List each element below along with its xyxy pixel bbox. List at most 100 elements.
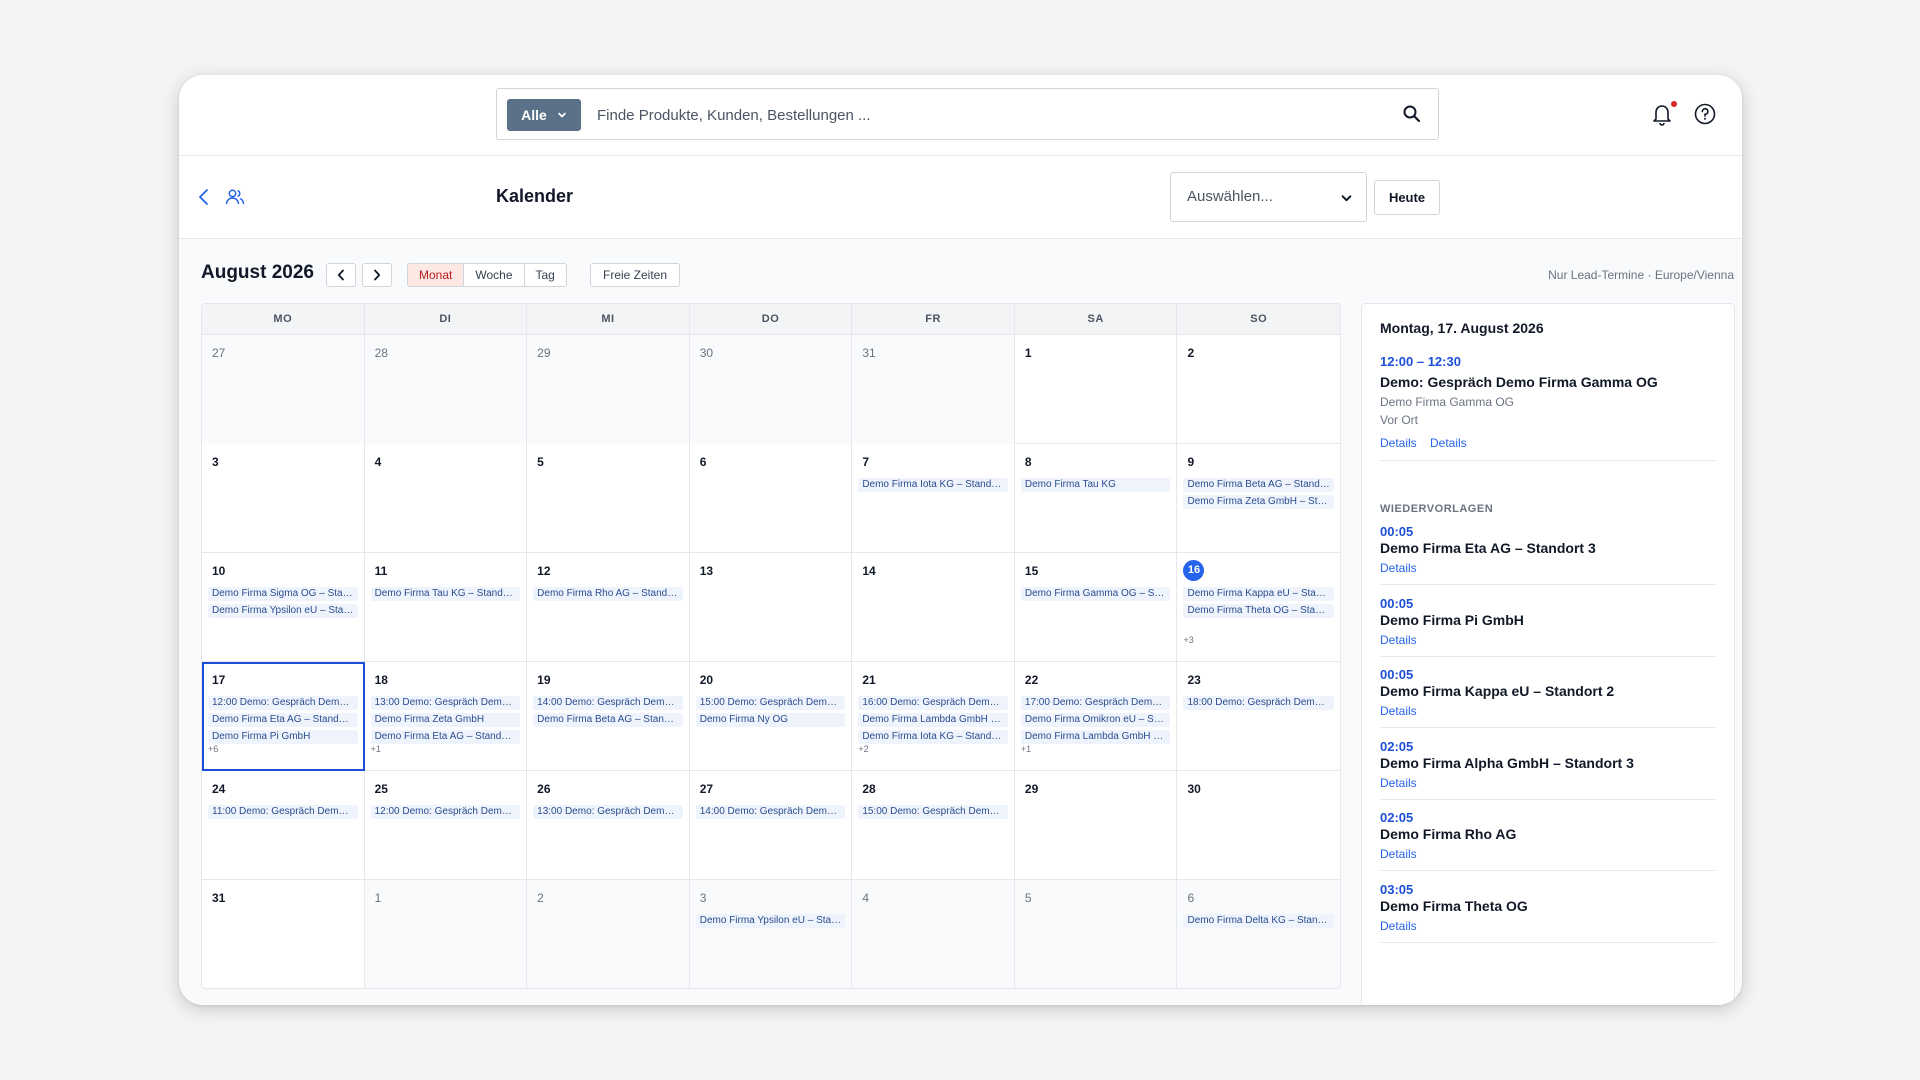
- day-cell[interactable]: 9 Demo Firma Beta AG – Standort 2 Demo Fir…: [1177, 444, 1340, 553]
- followup-details-link[interactable]: Details: [1380, 919, 1417, 933]
- search-input[interactable]: [597, 101, 1377, 129]
- followup-title[interactable]: Demo Firma Kappa eU – Standort 2: [1380, 683, 1614, 699]
- next-month-button[interactable]: [362, 263, 392, 287]
- day-cell[interactable]: 1: [1015, 335, 1178, 444]
- event-chip[interactable]: Demo Firma Tau KG: [1020, 478, 1171, 492]
- event-chip[interactable]: Demo Firma Beta AG – Standort 2: [533, 713, 683, 727]
- day-cell[interactable]: 27 14:00 Demo: Gespräch Demo Firma Sigma …: [690, 771, 853, 880]
- event-chip[interactable]: 15:00 Demo: Gespräch Demo Firma Tau KG: [858, 805, 1008, 819]
- day-cell[interactable]: 29: [1015, 771, 1178, 880]
- day-cell[interactable]: 14: [852, 553, 1015, 662]
- bell-icon[interactable]: [1651, 102, 1673, 126]
- more-events-link[interactable]: +1: [1021, 744, 1031, 754]
- event-chip[interactable]: 15:00 Demo: Gespräch Demo Firma Ny OG: [695, 696, 846, 710]
- day-cell[interactable]: 1: [364, 880, 528, 988]
- day-cell[interactable]: 28 15:00 Demo: Gespräch Demo Firma Tau KG: [852, 771, 1015, 880]
- followup-details-link[interactable]: Details: [1380, 776, 1417, 790]
- followup-details-link[interactable]: Details: [1380, 704, 1417, 718]
- event-chip[interactable]: 14:00 Demo: Gespräch Demo Firma Beta AG: [533, 696, 683, 710]
- day-cell[interactable]: 15 Demo Firma Gamma OG – Standort 2: [1015, 553, 1178, 662]
- view-tab-2[interactable]: Tag: [525, 264, 566, 286]
- day-cell[interactable]: 30: [689, 335, 853, 444]
- event-chip[interactable]: Demo Firma Gamma OG – Standort 2: [1020, 587, 1171, 601]
- followup-title[interactable]: Demo Firma Pi GmbH: [1380, 612, 1524, 628]
- appointment-title[interactable]: Demo: Gespräch Demo Firma Gamma OG: [1380, 374, 1658, 390]
- event-chip[interactable]: 11:00 Demo: Gespräch Demo Firma Alpha Gm…: [208, 805, 358, 819]
- search-icon[interactable]: [1402, 104, 1422, 124]
- day-cell[interactable]: 24 11:00 Demo: Gespräch Demo Firma Alpha …: [202, 771, 365, 880]
- today-button[interactable]: Heute: [1374, 180, 1440, 215]
- event-chip[interactable]: Demo Firma Zeta GmbH: [370, 713, 521, 727]
- day-cell[interactable]: 2: [1177, 335, 1340, 444]
- more-events-link[interactable]: +6: [208, 744, 218, 754]
- day-cell[interactable]: 13: [690, 553, 853, 662]
- event-chip[interactable]: 13:00 Demo: Gespräch Demo Firma Theta OG: [533, 805, 683, 819]
- prev-month-button[interactable]: [326, 263, 356, 287]
- more-events-link[interactable]: +3: [1183, 635, 1193, 645]
- day-cell[interactable]: 18 13:00 Demo: Gespräch Demo Firma Zeta G…: [365, 662, 528, 771]
- back-icon[interactable]: [197, 186, 211, 208]
- event-chip[interactable]: Demo Firma Lambda GmbH – Standort 2: [858, 713, 1008, 727]
- day-cell[interactable]: 31: [202, 880, 365, 988]
- day-cell[interactable]: 29: [527, 335, 690, 444]
- event-chip[interactable]: Demo Firma Lambda GmbH – Standort 3: [1020, 730, 1171, 744]
- followup-details-link[interactable]: Details: [1380, 633, 1417, 647]
- event-chip[interactable]: Demo Firma Iota KG – Standort 2: [858, 478, 1008, 492]
- event-chip[interactable]: Demo Firma Pi GmbH: [208, 730, 358, 744]
- free-times-button[interactable]: Freie Zeiten: [590, 263, 681, 287]
- day-cell[interactable]: 4: [365, 444, 528, 553]
- event-chip[interactable]: 17:00 Demo: Gespräch Demo Firma Omikron …: [1020, 696, 1171, 710]
- day-cell[interactable]: 31: [852, 335, 1015, 444]
- event-chip[interactable]: Demo Firma Iota KG – Standort 3: [858, 730, 1008, 744]
- view-tab-1[interactable]: Woche: [464, 264, 525, 286]
- day-cell[interactable]: 19 14:00 Demo: Gespräch Demo Firma Beta A…: [527, 662, 690, 771]
- event-chip[interactable]: Demo Firma Tau KG – Standort 3: [370, 587, 521, 601]
- followup-title[interactable]: Demo Firma Eta AG – Standort 3: [1380, 540, 1596, 556]
- event-chip[interactable]: Demo Firma Ypsilon eU – Standort 2: [695, 914, 846, 928]
- day-cell[interactable]: 27: [202, 335, 365, 444]
- event-chip[interactable]: Demo Firma Delta KG – Standort 3: [1183, 914, 1335, 928]
- event-chip[interactable]: Demo Firma Eta AG – Standort 2: [370, 730, 521, 744]
- followup-title[interactable]: Demo Firma Rho AG: [1380, 826, 1516, 842]
- event-chip[interactable]: Demo Firma Theta OG – Standort 2: [1183, 604, 1335, 618]
- followup-details-link[interactable]: Details: [1380, 847, 1417, 861]
- day-cell[interactable]: 23 18:00 Demo: Gespräch Demo Firma Kappa …: [1177, 662, 1340, 771]
- more-events-link[interactable]: +2: [858, 744, 868, 754]
- day-cell[interactable]: 30: [1177, 771, 1340, 880]
- day-cell[interactable]: 26 13:00 Demo: Gespräch Demo Firma Theta …: [527, 771, 690, 880]
- day-cell[interactable]: 16 Demo Firma Kappa eU – Standort 3 Demo F…: [1177, 553, 1340, 662]
- day-cell[interactable]: 2: [527, 880, 690, 988]
- view-tab-0[interactable]: Monat: [408, 264, 465, 286]
- event-chip[interactable]: 16:00 Demo: Gespräch Demo Firma Lambda G…: [858, 696, 1008, 710]
- event-chip[interactable]: 18:00 Demo: Gespräch Demo Firma Kappa eU: [1183, 696, 1335, 710]
- appointment-details-link-2[interactable]: Details: [1430, 436, 1467, 450]
- event-chip[interactable]: Demo Firma Omikron eU – Standort 2: [1020, 713, 1171, 727]
- day-cell[interactable]: 7 Demo Firma Iota KG – Standort 2: [852, 444, 1015, 553]
- day-cell[interactable]: 10 Demo Firma Sigma OG – Standort 2 Demo F…: [202, 553, 365, 662]
- day-cell[interactable]: 3: [202, 444, 365, 553]
- day-cell[interactable]: 12 Demo Firma Rho AG – Standort 2: [527, 553, 690, 662]
- event-chip[interactable]: Demo Firma Zeta GmbH – Standort 3: [1183, 495, 1335, 509]
- day-cell[interactable]: 22 17:00 Demo: Gespräch Demo Firma Omikro…: [1015, 662, 1178, 771]
- day-cell[interactable]: 6 Demo Firma Delta KG – Standort 3: [1177, 880, 1340, 988]
- day-cell[interactable]: 5: [1014, 880, 1178, 988]
- event-chip[interactable]: 12:00 Demo: Gespräch Demo Firma Gamma OG: [208, 696, 358, 710]
- calendar-filter-select[interactable]: Auswählen...: [1170, 172, 1367, 222]
- event-chip[interactable]: Demo Firma Ypsilon eU – Standort 3: [208, 604, 358, 618]
- followup-title[interactable]: Demo Firma Theta OG: [1380, 898, 1528, 914]
- day-cell[interactable]: 6: [690, 444, 853, 553]
- day-cell[interactable]: 20 15:00 Demo: Gespräch Demo Firma Ny OG D…: [690, 662, 853, 771]
- day-cell[interactable]: 11 Demo Firma Tau KG – Standort 3: [365, 553, 528, 662]
- day-cell[interactable]: 4: [852, 880, 1015, 988]
- followup-details-link[interactable]: Details: [1380, 561, 1417, 575]
- event-chip[interactable]: Demo Firma Beta AG – Standort 2: [1183, 478, 1335, 492]
- event-chip[interactable]: Demo Firma Kappa eU – Standort 3: [1183, 587, 1335, 601]
- event-chip[interactable]: Demo Firma Sigma OG – Standort 2: [208, 587, 358, 601]
- event-chip[interactable]: Demo Firma Rho AG – Standort 2: [533, 587, 683, 601]
- help-icon[interactable]: [1694, 103, 1716, 125]
- day-cell[interactable]: 25 12:00 Demo: Gespräch Demo Firma Rho AG: [365, 771, 528, 880]
- day-cell[interactable]: 8 Demo Firma Tau KG: [1015, 444, 1178, 553]
- event-chip[interactable]: 13:00 Demo: Gespräch Demo Firma Zeta Gmb…: [370, 696, 521, 710]
- day-cell[interactable]: 28: [364, 335, 528, 444]
- event-chip[interactable]: Demo Firma Ny OG: [695, 713, 846, 727]
